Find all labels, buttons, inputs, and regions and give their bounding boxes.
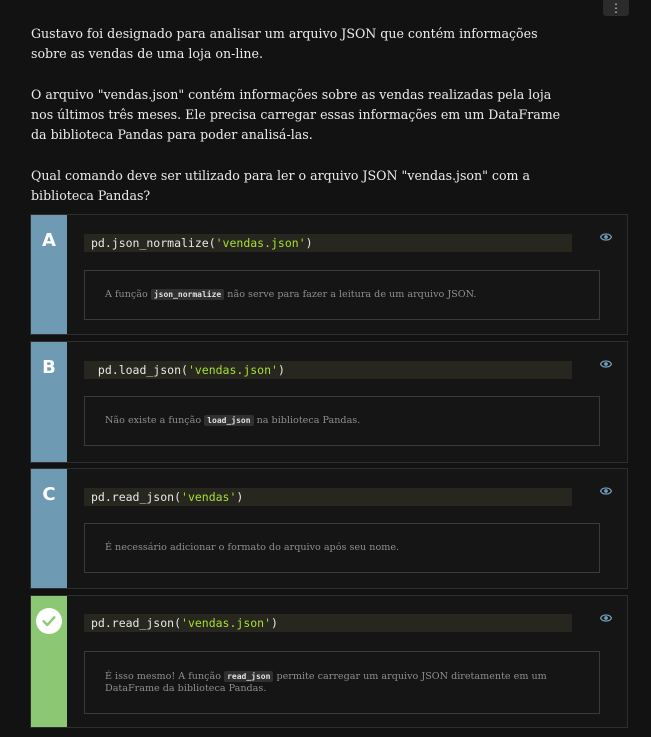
kebab-menu-button[interactable]: ⋮	[603, 0, 629, 16]
eye-icon[interactable]	[600, 358, 612, 370]
explanation-box: A função json_normalize não serve para f…	[84, 270, 600, 320]
code-prefix: pd.json_normalize(	[91, 236, 216, 250]
alternative-a[interactable]: A pd.json_normalize('vendas.json') A fun…	[30, 214, 628, 335]
alternative-letter-a: A	[31, 215, 67, 334]
code-snippet: pd.json_normalize('vendas.json')	[84, 234, 572, 252]
question-paragraph-3: Qual comando deve ser utilizado para ler…	[31, 168, 530, 203]
eye-icon[interactable]	[600, 231, 612, 243]
checkmark-icon	[36, 608, 62, 634]
inline-code: load_json	[204, 415, 254, 426]
explanation-text: É necessário adicionar o formato do arqu…	[105, 542, 400, 553]
alternative-c[interactable]: C pd.read_json('vendas') É necessário ad…	[30, 468, 628, 589]
alternative-b[interactable]: B pd.load_json('vendas.json') Não existe…	[30, 341, 628, 463]
eye-icon[interactable]	[600, 612, 612, 624]
kebab-menu-icon: ⋮	[610, 1, 622, 15]
code-suffix: )	[236, 490, 244, 504]
question-paragraph-2: O arquivo "vendas.json" contém informaçõ…	[31, 87, 561, 142]
explanation-text: A função	[105, 289, 151, 300]
code-snippet: pd.read_json('vendas')	[84, 488, 572, 506]
eye-icon[interactable]	[600, 485, 612, 497]
code-prefix: pd.load_json(	[91, 363, 188, 377]
explanation-text: não serve para fazer a leitura de um arq…	[224, 289, 477, 300]
code-prefix: pd.read_json(	[91, 490, 182, 504]
correct-indicator	[31, 596, 67, 727]
code-suffix: )	[277, 363, 285, 377]
code-string: 'vendas.json'	[181, 616, 272, 630]
code-string: 'vendas.json'	[187, 363, 278, 377]
question-paragraph-1: Gustavo foi designado para analisar um a…	[31, 26, 538, 61]
inline-code: json_normalize	[150, 289, 225, 300]
explanation-text: na biblioteca Pandas.	[253, 415, 361, 426]
explanation-box: É isso mesmo! A função read_json permite…	[84, 651, 600, 714]
code-snippet: pd.load_json('vendas.json')	[84, 361, 572, 379]
explanation-box: É necessário adicionar o formato do arqu…	[84, 523, 600, 573]
alternative-letter-c: C	[31, 469, 67, 588]
code-suffix: )	[305, 236, 313, 250]
explanation-text: É isso mesmo! A função	[105, 670, 225, 682]
inline-code: read_json	[224, 670, 274, 682]
explanation-box: Não existe a função load_json na bibliot…	[84, 396, 600, 446]
code-snippet: pd.read_json('vendas.json')	[84, 614, 572, 632]
code-string: 'vendas'	[181, 490, 237, 504]
code-suffix: )	[271, 616, 278, 630]
explanation-text: Não existe a função	[105, 415, 205, 426]
code-string: 'vendas.json'	[215, 236, 306, 250]
code-prefix: pd.read_json(	[91, 616, 182, 630]
question-text: Gustavo foi designado para analisar um a…	[31, 24, 571, 227]
alternative-letter-b: B	[31, 342, 67, 462]
alternative-d-correct[interactable]: pd.read_json('vendas.json') É isso mesmo…	[30, 595, 628, 728]
